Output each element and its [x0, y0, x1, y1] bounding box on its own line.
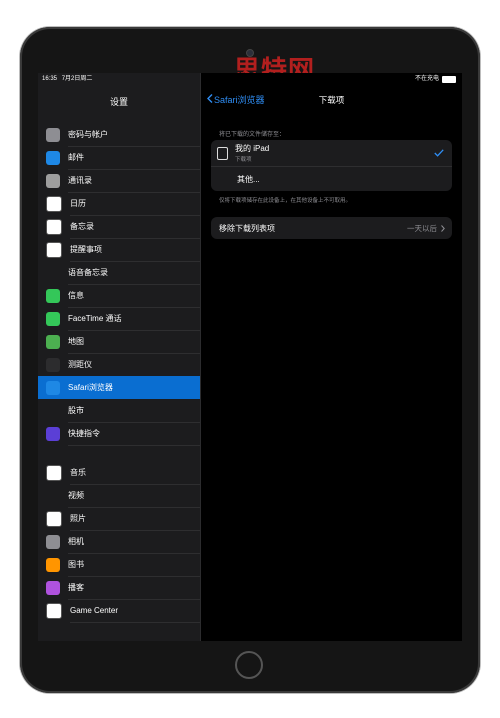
battery-icon: [442, 75, 456, 83]
reminders-icon: [46, 241, 62, 258]
sidebar-item[interactable]: 测距仪: [38, 353, 200, 377]
sidebar-item-label: 提醒事项: [70, 238, 200, 262]
remove-downloads-label: 移除下载列表项: [219, 223, 275, 233]
sidebar-item-label: 图书: [68, 553, 200, 577]
remove-downloads-row[interactable]: 移除下载列表项 一天以后: [211, 217, 452, 239]
sidebar-item[interactable]: Safari浏览器: [38, 376, 200, 399]
safari-icon: [46, 380, 60, 395]
download-location-card: 我的 iPad 下载项 其他...: [211, 140, 452, 191]
remove-downloads-value: 一天以后: [407, 223, 437, 233]
settings-group-apps: 密码与帐户 邮件 通讯录 日历 备忘录 提醒事项 语音备忘录 信息 FaceTime 通话 地图测…: [38, 123, 200, 446]
location-subtitle: 下载项: [235, 157, 252, 163]
sidebar-item[interactable]: 快捷指令: [38, 422, 200, 446]
sidebar-item-label: 地图: [68, 330, 200, 354]
sidebar-item[interactable]: 邮件: [38, 146, 200, 170]
sidebar-item[interactable]: 通讯录: [38, 169, 200, 193]
sidebar-item[interactable]: 股市: [38, 399, 200, 423]
sidebar-item-label: 日历: [70, 192, 200, 216]
key-icon: [46, 127, 60, 142]
settings-group-media: 音乐 视频 照片 相机 图书 播客 Game Center: [38, 461, 200, 623]
home-button[interactable]: [235, 651, 263, 679]
location-name: 我的 iPad: [235, 144, 270, 153]
sidebar-item[interactable]: 照片: [38, 507, 200, 531]
tv-icon: [46, 488, 60, 503]
status-date-text: 7月2日周二: [61, 76, 93, 82]
sidebar-item[interactable]: 备忘录: [38, 215, 200, 239]
status-battery: 不在充电: [415, 73, 456, 85]
section-header: 将已下载的文件储存至：: [219, 132, 286, 138]
storage-footnote: 仅将下载项储存在此设备上，在其他设备上不可取用。: [219, 198, 352, 204]
game-center-icon: [46, 602, 62, 619]
voice-memos-icon: [46, 265, 60, 280]
status-time-text: 16:35: [42, 76, 58, 82]
location-other-label: 其他...: [237, 174, 260, 184]
books-icon: [46, 557, 60, 572]
page-title: 下载项: [318, 95, 345, 105]
music-icon: [46, 464, 62, 481]
messages-icon: [46, 288, 60, 303]
calendar-icon: [46, 195, 62, 212]
photos-icon: [46, 510, 62, 527]
screen: 16:35 7月2日周二 设置 密码与帐户 邮件 通讯录 日历 备忘录 提醒事项 语音备忘录…: [38, 73, 462, 641]
sidebar-item[interactable]: 日历: [38, 192, 200, 216]
sidebar-item-label: 备忘录: [70, 215, 200, 239]
sidebar-item-label: 照片: [70, 507, 200, 531]
mail-icon: [46, 150, 60, 165]
notes-icon: [46, 218, 62, 235]
sidebar-item-label: FaceTime 通话: [68, 307, 200, 331]
sidebar-item[interactable]: 视频: [38, 484, 200, 508]
location-other-row[interactable]: 其他...: [211, 167, 452, 191]
sidebar-item-label: 视频: [68, 484, 200, 508]
sidebar-item[interactable]: 图书: [38, 553, 200, 577]
camera-icon: [46, 534, 60, 549]
sidebar-item[interactable]: 播客: [38, 576, 200, 600]
sidebar-item[interactable]: 密码与帐户: [38, 123, 200, 147]
sidebar-item[interactable]: 相机: [38, 530, 200, 554]
stocks-icon: [46, 403, 60, 418]
sidebar-item-label: 通讯录: [68, 169, 200, 193]
location-ipad-row[interactable]: 我的 iPad 下载项: [211, 140, 452, 167]
chevron-right-icon: [441, 219, 445, 237]
facetime-icon: [46, 311, 60, 326]
sidebar-item-label: 快捷指令: [68, 422, 200, 446]
sidebar-item-label: 播客: [68, 576, 200, 600]
sidebar-item-label: 语音备忘录: [68, 261, 200, 285]
sidebar-item[interactable]: FaceTime 通话: [38, 307, 200, 331]
sidebar-item-label: 信息: [68, 284, 200, 308]
sidebar-item[interactable]: 提醒事项: [38, 238, 200, 262]
status-time: 16:35 7月2日周二: [42, 73, 92, 85]
sidebar-item-label: 音乐: [70, 461, 200, 485]
sidebar-item-label: 密码与帐户: [68, 123, 200, 147]
sidebar-item[interactable]: 语音备忘录: [38, 261, 200, 285]
podcasts-icon: [46, 580, 60, 595]
checkmark-icon: [434, 144, 444, 162]
status-charging-text: 不在充电: [414, 76, 439, 82]
sidebar-item[interactable]: 音乐: [38, 461, 200, 485]
shortcuts-icon: [46, 426, 60, 441]
sidebar-item[interactable]: 地图: [38, 330, 200, 354]
contacts-icon: [46, 173, 60, 188]
sidebar-item-label: 邮件: [68, 146, 200, 170]
sidebar-item[interactable]: Game Center: [38, 599, 200, 623]
sidebar-title: 设置: [109, 97, 128, 107]
measure-icon: [46, 357, 60, 372]
sidebar-item-label: 股市: [68, 399, 200, 423]
remove-downloads-card: 移除下载列表项 一天以后: [211, 217, 452, 239]
sidebar-item-label: Game Center: [70, 599, 200, 623]
sidebar-item[interactable]: 信息: [38, 284, 200, 308]
downloads-pane: 不在充电 Safari浏览器 下载项 将已下载的文件储存至： 我的 iPad 下…: [201, 73, 462, 641]
maps-icon: [46, 334, 60, 349]
sidebar-item-label: 相机: [68, 530, 200, 554]
sidebar-item-label: 测距仪: [68, 353, 200, 377]
sidebar-item-label: Safari浏览器: [68, 382, 113, 392]
settings-sidebar: 16:35 7月2日周二 设置 密码与帐户 邮件 通讯录 日历 备忘录 提醒事项 语音备忘录…: [38, 73, 201, 641]
ipad-device-icon: [217, 146, 228, 160]
